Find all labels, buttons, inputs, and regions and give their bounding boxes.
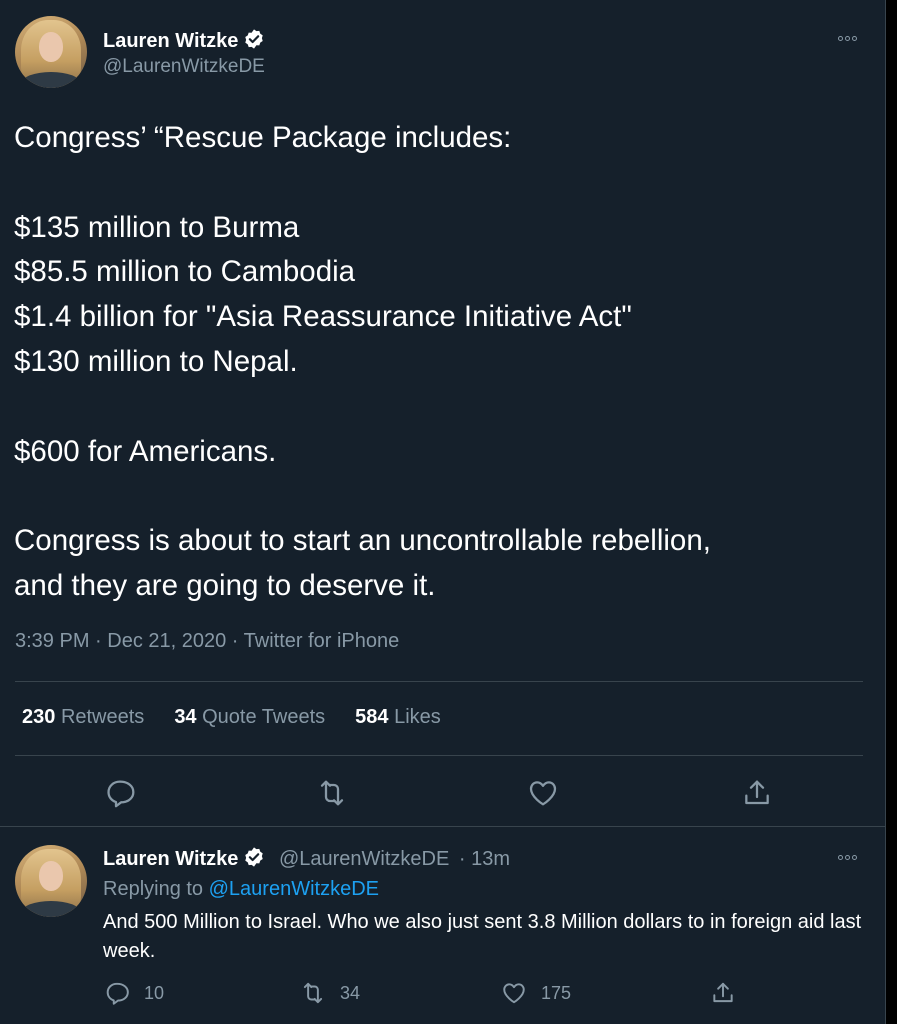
author-handle[interactable]: @LaurenWitzkeDE <box>103 56 265 78</box>
reply-author-handle[interactable]: @LaurenWitzkeDE <box>279 848 449 870</box>
like-button[interactable] <box>527 777 559 809</box>
likes-count: 584 <box>355 706 389 728</box>
divider <box>15 755 863 756</box>
tweet-timestamp[interactable]: 3:39 PM · Dec 21, 2020 · Twitter for iPh… <box>15 630 399 653</box>
like-icon <box>529 781 557 806</box>
engagement-stats: 230 Retweets 34 Quote Tweets 584 Likes <box>22 706 441 729</box>
tweet-detail-view: Lauren Witzke @LaurenWitzkeDE Congress’ … <box>0 0 886 1024</box>
reply-text: And 500 Million to Israel. Who we also j… <box>103 911 862 962</box>
retweets-count: 230 <box>22 706 56 728</box>
window-edge <box>886 0 897 1024</box>
like-icon <box>503 983 525 1004</box>
reply-header: Lauren Witzke @LaurenWitzkeDE · 13m <box>103 846 510 874</box>
reply-author-name[interactable]: Lauren Witzke <box>103 848 238 870</box>
replying-mention-link[interactable]: @LaurenWitzkeDE <box>209 878 379 900</box>
likes-stat[interactable]: 584 Likes <box>355 706 441 729</box>
likes-label: Likes <box>394 706 441 728</box>
quotes-label: Quote Tweets <box>202 706 326 728</box>
divider <box>15 681 863 682</box>
retweet-button[interactable] <box>316 777 348 809</box>
reply-like-button[interactable]: 175 <box>501 980 571 1006</box>
like-count: 175 <box>541 982 572 1003</box>
tweet-text: Congress’ “Rescue Package includes: $135… <box>14 121 711 602</box>
reply-icon <box>106 982 129 1005</box>
reply-avatar[interactable] <box>15 845 87 917</box>
replying-to: Replying to @LaurenWitzkeDE <box>103 878 379 901</box>
retweets-label: Retweets <box>60 706 145 728</box>
reply-icon <box>107 780 135 808</box>
reply-more-options-icon[interactable] <box>838 855 857 860</box>
reply-time[interactable]: · 13m <box>459 848 510 870</box>
author-name[interactable]: Lauren Witzke <box>103 28 265 56</box>
verified-badge-icon <box>243 28 265 56</box>
retweet-icon <box>303 982 323 1004</box>
quote-tweets-stat[interactable]: 34 Quote Tweets <box>174 706 325 729</box>
reply-retweet-button[interactable]: 34 <box>300 980 360 1006</box>
more-options-icon[interactable] <box>838 36 857 41</box>
avatar[interactable] <box>15 16 87 88</box>
reply-button[interactable] <box>104 777 136 809</box>
reply-reply-button[interactable]: 10 <box>104 980 164 1006</box>
retweet-count: 34 <box>340 982 361 1003</box>
share-icon <box>713 982 733 1003</box>
retweets-stat[interactable]: 230 Retweets <box>22 706 144 729</box>
quotes-count: 34 <box>174 706 197 728</box>
author-name-text[interactable]: Lauren Witzke <box>103 30 238 52</box>
retweet-icon <box>320 780 344 806</box>
replying-prefix: Replying to <box>103 878 204 900</box>
divider <box>0 826 886 827</box>
share-icon <box>745 780 769 805</box>
reply-count: 10 <box>144 982 165 1003</box>
verified-badge-icon <box>243 846 265 874</box>
reply-share-button[interactable] <box>710 980 736 1006</box>
share-button[interactable] <box>741 777 773 809</box>
